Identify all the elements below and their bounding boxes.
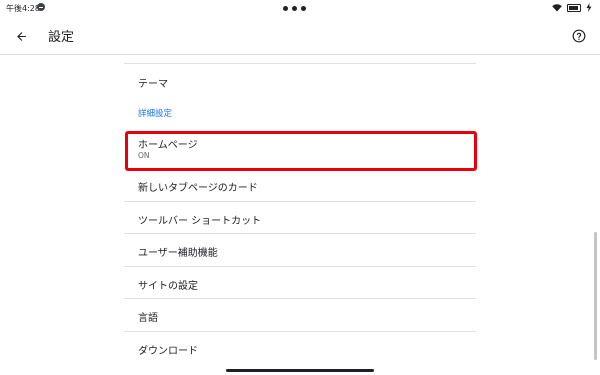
- app-bar: 設定: [0, 17, 600, 55]
- settings-item-label: ダウンロード: [138, 345, 198, 357]
- status-bar: 午後4:28: [0, 0, 600, 17]
- settings-item-homepage[interactable]: ホームページ ON: [124, 129, 476, 169]
- page-title: 設定: [48, 30, 75, 45]
- settings-item-accessibility[interactable]: ユーザー補助機能: [124, 234, 476, 267]
- settings-list: テーマ 詳細設定 ホームページ ON 新しいタブページのカード ツールバー ショ…: [124, 63, 476, 364]
- settings-item-site-settings[interactable]: サイトの設定: [124, 267, 476, 299]
- status-icons: [552, 3, 592, 12]
- section-header-label: 詳細設定: [138, 109, 173, 119]
- arrow-back-icon: [16, 31, 26, 41]
- section-header-advanced: 詳細設定: [124, 97, 476, 129]
- wifi-icon: [552, 3, 562, 11]
- settings-item-label: ツールバー ショートカット: [138, 215, 262, 227]
- settings-item-label: ホームページ: [138, 140, 198, 151]
- settings-item-label: 新しいタブページのカード: [138, 183, 258, 194]
- status-time: 午後4:28: [6, 4, 40, 13]
- help-circle-icon: [572, 29, 586, 43]
- scrollbar[interactable]: [594, 232, 597, 360]
- help-button[interactable]: [568, 25, 590, 47]
- settings-item-ntp-cards[interactable]: 新しいタブページのカード: [124, 169, 476, 202]
- settings-item-downloads[interactable]: ダウンロード: [124, 332, 476, 365]
- settings-item-theme[interactable]: テーマ: [124, 64, 476, 97]
- settings-item-label: ユーザー補助機能: [138, 248, 218, 259]
- settings-item-label: テーマ: [138, 79, 168, 90]
- do-not-disturb-icon: [37, 3, 45, 11]
- multitasking-dots-icon[interactable]: [283, 6, 306, 11]
- charging-icon: [586, 3, 592, 12]
- settings-item-languages[interactable]: 言語: [124, 299, 476, 332]
- home-indicator[interactable]: [226, 369, 374, 372]
- settings-item-label: サイトの設定: [138, 280, 198, 292]
- battery-icon: [567, 3, 581, 12]
- settings-item-label: 言語: [138, 313, 158, 324]
- back-button[interactable]: [10, 25, 32, 47]
- settings-item-value: ON: [138, 151, 150, 160]
- settings-item-toolbar-shortcut[interactable]: ツールバー ショートカット: [124, 202, 476, 234]
